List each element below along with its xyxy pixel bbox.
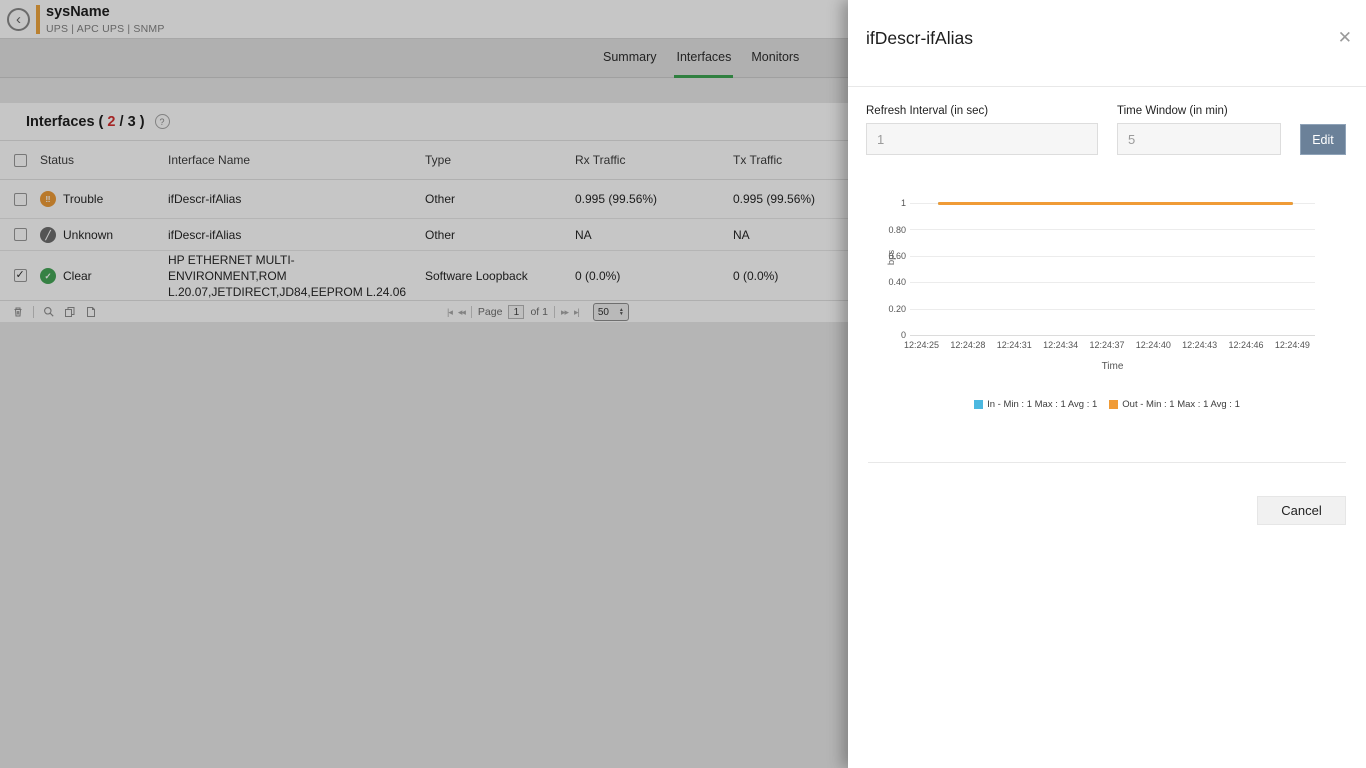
x-tick: 12:24:37 — [1089, 340, 1124, 350]
x-axis-title: Time — [910, 361, 1315, 372]
y-tick: 0.60 — [848, 251, 906, 261]
x-tick: 12:24:28 — [950, 340, 985, 350]
close-icon[interactable]: ✕ — [1338, 28, 1352, 48]
x-tick: 12:24:31 — [997, 340, 1032, 350]
time-window-input[interactable] — [1117, 123, 1281, 155]
x-tick: 12:24:49 — [1275, 340, 1310, 350]
chart-plot-area — [910, 203, 1315, 335]
panel-title: ifDescr-ifAlias — [866, 28, 973, 49]
legend-item-out: Out - Min : 1 Max : 1 Avg : 1 — [1109, 399, 1240, 410]
out-series-line — [938, 202, 1293, 205]
in-legend-swatch — [974, 400, 983, 409]
app-root: ‹ sysName UPS | APC UPS | SNMP Summary I… — [0, 0, 1366, 768]
interface-detail-panel: ifDescr-ifAlias ✕ Refresh Interval (in s… — [848, 0, 1366, 768]
y-tick: 1 — [848, 198, 906, 208]
modal-dim-overlay[interactable] — [0, 0, 848, 768]
refresh-interval-input[interactable] — [866, 123, 1098, 155]
x-tick: 12:24:40 — [1136, 340, 1171, 350]
x-tick: 12:24:25 — [904, 340, 939, 350]
x-tick: 12:24:46 — [1229, 340, 1264, 350]
x-axis-ticks: 12:24:25 12:24:28 12:24:31 12:24:34 12:2… — [904, 340, 1310, 350]
panel-divider — [868, 462, 1346, 463]
y-tick: 0.40 — [848, 277, 906, 287]
x-tick: 12:24:34 — [1043, 340, 1078, 350]
edit-button[interactable]: Edit — [1300, 124, 1346, 155]
time-window-label: Time Window (in min) — [1117, 105, 1228, 117]
x-tick: 12:24:43 — [1182, 340, 1217, 350]
y-tick: 0.80 — [848, 225, 906, 235]
cancel-button[interactable]: Cancel — [1257, 496, 1346, 525]
legend-label: In - Min : 1 Max : 1 Avg : 1 — [987, 399, 1097, 410]
chart-legend: In - Min : 1 Max : 1 Avg : 1 Out - Min :… — [848, 399, 1366, 410]
y-tick: 0.20 — [848, 304, 906, 314]
panel-divider — [848, 86, 1366, 87]
legend-label: Out - Min : 1 Max : 1 Avg : 1 — [1122, 399, 1240, 410]
refresh-interval-label: Refresh Interval (in sec) — [866, 105, 988, 117]
y-tick: 0 — [848, 330, 906, 340]
legend-item-in: In - Min : 1 Max : 1 Avg : 1 — [974, 399, 1097, 410]
out-legend-swatch — [1109, 400, 1118, 409]
